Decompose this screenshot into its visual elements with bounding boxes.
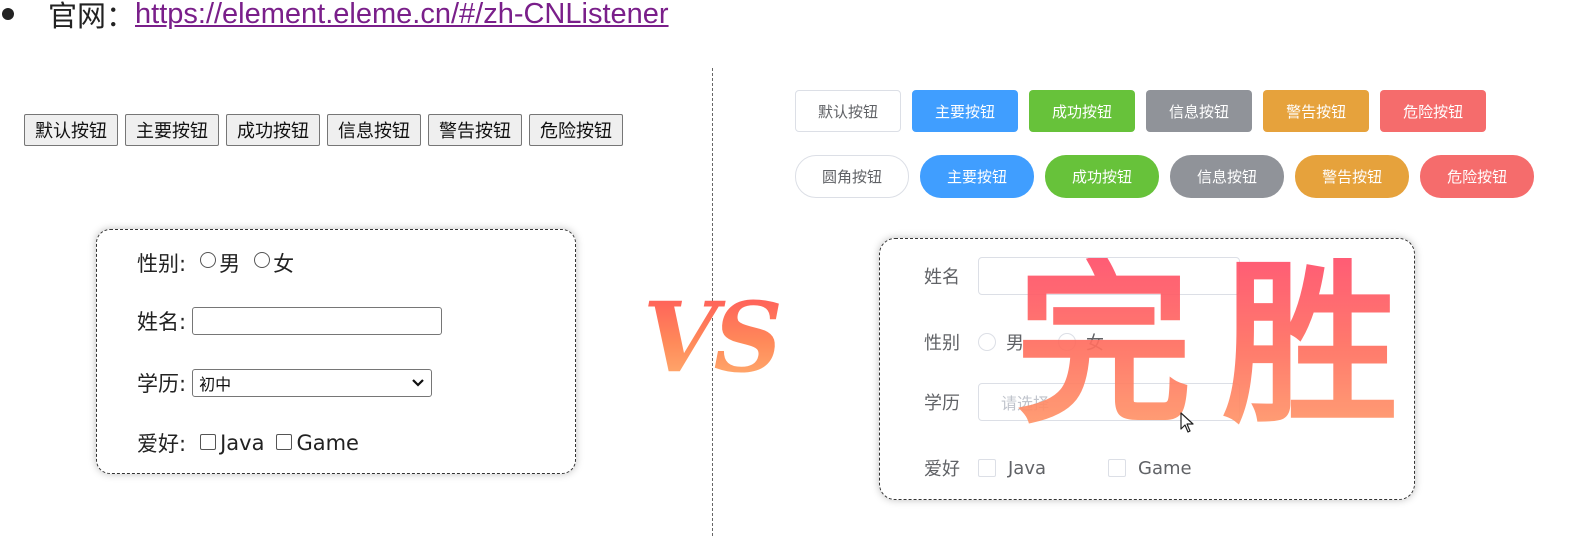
native-gender-label: 性别:: [137, 252, 187, 276]
el-checkbox-game-label: Game: [1138, 457, 1192, 479]
el-default-button[interactable]: 默认按钮: [795, 90, 902, 132]
native-name-row: 姓名:: [137, 306, 443, 336]
native-danger-button[interactable]: 危险按钮: [529, 114, 623, 146]
el-checkbox-java-label: Java: [1008, 457, 1047, 479]
native-edu-row: 学历: 初中: [137, 368, 433, 398]
native-primary-button[interactable]: 主要按钮: [125, 114, 219, 146]
el-edu-label: 学历: [924, 393, 960, 414]
el-primary-button[interactable]: 主要按钮: [912, 90, 1019, 132]
el-info-button[interactable]: 信息按钮: [1146, 90, 1253, 132]
el-gender-label: 性别: [924, 333, 960, 354]
native-checkbox-game-label: Game: [296, 431, 359, 455]
el-round-warning-button[interactable]: 警告按钮: [1295, 155, 1410, 198]
bullet-icon: [2, 8, 14, 20]
element-button-row-plain: 默认按钮 主要按钮 成功按钮 信息按钮 警告按钮 危险按钮: [795, 90, 1487, 132]
native-checkbox-java[interactable]: [200, 434, 217, 450]
native-button-group: 默认按钮 主要按钮 成功按钮 信息按钮 警告按钮 危险按钮: [24, 114, 623, 146]
native-radio-female[interactable]: [254, 252, 271, 268]
native-radio-male[interactable]: [200, 252, 217, 268]
el-checkbox-java[interactable]: [978, 459, 996, 477]
native-info-button[interactable]: 信息按钮: [327, 114, 421, 146]
native-edu-selected: 初中: [199, 375, 232, 394]
native-radio-female-label: 女: [273, 252, 295, 276]
el-round-success-button[interactable]: 成功按钮: [1045, 155, 1160, 198]
el-checkbox-java-option[interactable]: Java: [978, 458, 1046, 479]
el-radio-male[interactable]: [978, 333, 996, 351]
el-checkbox-game[interactable]: [1108, 459, 1127, 477]
native-warning-button[interactable]: 警告按钮: [428, 114, 522, 146]
el-danger-button[interactable]: 危险按钮: [1380, 90, 1487, 132]
official-site-line: 官网： https://element.eleme.cn/#/zh-CNList…: [0, 0, 669, 34]
el-hobby-label: 爱好: [924, 459, 960, 480]
chevron-down-icon: [412, 379, 424, 387]
el-checkbox-game-option[interactable]: Game: [1108, 458, 1192, 479]
el-round-danger-button[interactable]: 危险按钮: [1420, 155, 1535, 198]
mouse-cursor-icon: [1180, 412, 1194, 433]
native-hobby-label: 爱好:: [137, 432, 187, 456]
official-site-prefix: 官网：: [48, 1, 136, 33]
victory-overlay-text: 完胜: [1016, 243, 1429, 448]
element-button-row-round: 圆角按钮 主要按钮 成功按钮 信息按钮 警告按钮 危险按钮: [795, 155, 1535, 198]
native-checkbox-game[interactable]: [276, 434, 293, 450]
el-hobby-row: 爱好 Java Game: [924, 455, 1226, 481]
native-gender-row: 性别: 男 女: [137, 248, 294, 278]
el-round-primary-button[interactable]: 主要按钮: [920, 155, 1035, 198]
native-default-button[interactable]: 默认按钮: [24, 114, 118, 146]
el-name-label: 姓名: [924, 267, 960, 288]
native-hobby-row: 爱好: Java Game: [137, 428, 359, 458]
vs-text: VS: [643, 281, 783, 394]
native-edu-select[interactable]: 初中: [192, 369, 433, 397]
native-radio-male-label: 男: [219, 252, 241, 276]
native-edu-label: 学历:: [137, 372, 187, 396]
el-round-default-button[interactable]: 圆角按钮: [795, 155, 910, 198]
el-warning-button[interactable]: 警告按钮: [1263, 90, 1370, 132]
official-site-link[interactable]: https://element.eleme.cn/#/zh-CNListener: [135, 0, 669, 31]
el-success-button[interactable]: 成功按钮: [1029, 90, 1136, 132]
native-name-label: 姓名:: [137, 310, 187, 334]
native-form: 性别: 男 女 姓名: 学历: 初中 爱好: Java Game: [96, 229, 576, 474]
native-success-button[interactable]: 成功按钮: [226, 114, 320, 146]
el-round-info-button[interactable]: 信息按钮: [1170, 155, 1285, 198]
native-name-input[interactable]: [192, 307, 443, 335]
native-checkbox-java-label: Java: [220, 431, 265, 455]
